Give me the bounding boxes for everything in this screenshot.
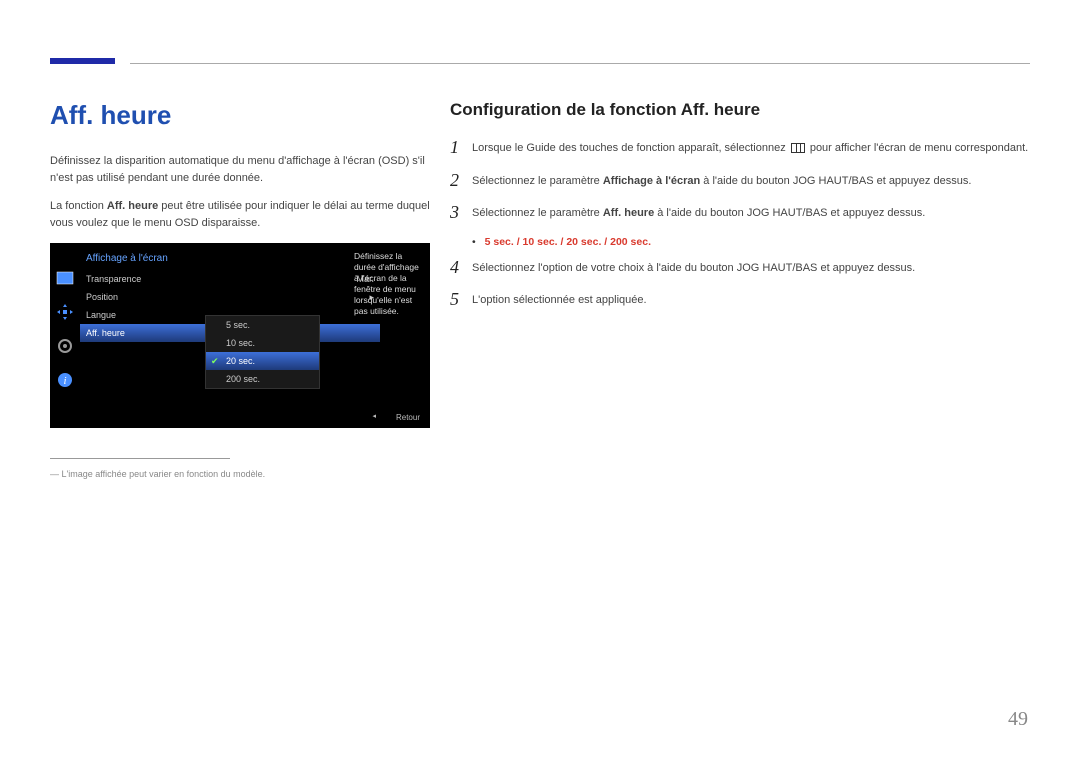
right-column: Configuration de la fonction Aff. heure … [450,100,1030,323]
osd-description: Définissez la durée d'affichage à l'écra… [350,251,428,317]
osd-row-position: Position ▸ [80,288,380,306]
step-text: L'option sélectionnée est appliquée. [472,290,647,309]
gear-icon [55,336,75,356]
osd-screenshot: i Affichage à l'écran Transparence Mar. … [50,243,430,428]
options-list: 5 sec. / 10 sec. / 20 sec. / 200 sec. [485,236,651,248]
step-1: 1 Lorsque le Guide des touches de foncti… [450,138,1030,157]
left-column: Aff. heure Définissez la disparition aut… [50,100,430,479]
page-number: 49 [1008,708,1028,731]
intro-paragraph-1: Définissez la disparition automatique du… [50,153,430,186]
osd-options-popup: 5 sec. 10 sec. ✔20 sec. 200 sec. [205,315,320,389]
header-rule [130,63,1030,64]
header-accent [50,58,115,64]
osd-option-10: 10 sec. [206,334,319,352]
step-number: 1 [450,138,472,156]
footnote-text: ― L'image affichée peut varier en foncti… [50,469,430,479]
osd-sidebar: i [50,243,80,428]
osd-menu-title: Affichage à l'écran [80,243,380,270]
step-3: 3 Sélectionnez le paramètre Aff. heure à… [450,203,1030,222]
step-text: Sélectionnez le paramètre Aff. heure à l… [472,203,925,222]
svg-text:i: i [63,375,66,387]
step-number: 2 [450,171,472,189]
osd-option-20: ✔20 sec. [206,352,319,370]
step-text: Sélectionnez le paramètre Affichage à l'… [472,171,971,190]
step-number: 4 [450,258,472,276]
move-icon [55,302,75,322]
menu-icon [791,143,805,153]
step-text: Lorsque le Guide des touches de fonction… [472,138,1028,157]
osd-option-5: 5 sec. [206,316,319,334]
footnote-divider [50,458,230,459]
step-4: 4 Sélectionnez l'option de votre choix à… [450,258,1030,277]
step-number: 3 [450,203,472,221]
step-2: 2 Sélectionnez le paramètre Affichage à … [450,171,1030,190]
step-number: 5 [450,290,472,308]
info-icon: i [55,370,75,390]
section-title: Configuration de la fonction Aff. heure [450,100,1030,120]
options-bullet: • 5 sec. / 10 sec. / 20 sec. / 200 sec. [472,236,1030,248]
osd-option-200: 200 sec. [206,370,319,388]
back-arrow-icon: ◂ [372,412,376,420]
intro-paragraph-2: La fonction Aff. heure peut être utilisé… [50,198,430,231]
check-icon: ✔ [211,356,219,367]
page-title: Aff. heure [50,100,430,131]
step-text: Sélectionnez l'option de votre choix à l… [472,258,915,277]
osd-row-transparence: Transparence Mar. [80,270,380,288]
step-5: 5 L'option sélectionnée est appliquée. [450,290,1030,309]
picture-icon [55,268,75,288]
osd-back-label: Retour [396,413,420,422]
